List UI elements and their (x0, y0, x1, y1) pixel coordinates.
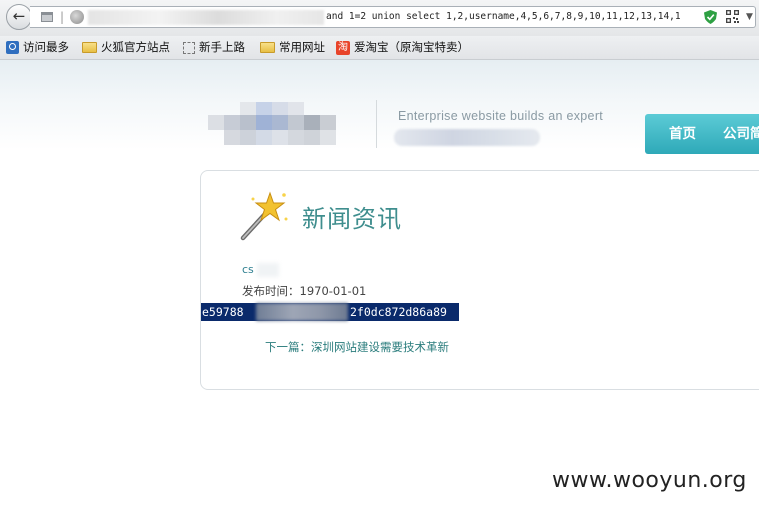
qr-code-icon[interactable] (726, 10, 739, 23)
bookmark-label: 访问最多 (23, 40, 69, 54)
news-article-panel: 新闻资讯 cs 发布时间：1970-01-01 e59788 2f0dc872d… (200, 170, 759, 390)
bookmark-ai-taobao[interactable]: 淘爱淘宝（原淘宝特卖） (336, 36, 469, 59)
folder-icon (82, 42, 97, 53)
selected-hash-text[interactable]: e59788 2f0dc872d86a89 (201, 303, 459, 321)
section-title: 新闻资讯 (302, 205, 402, 233)
back-button[interactable]: ← (6, 4, 32, 30)
main-nav: 首页 公司简介 (645, 114, 759, 154)
bookmark-label: 爱淘宝（原淘宝特卖） (354, 40, 469, 54)
site-slogan: Enterprise website builds an expert (398, 109, 604, 123)
next-article-link[interactable]: 下一篇：深圳网站建设需要技术革新 (265, 339, 449, 355)
url-separator: | (60, 10, 65, 24)
publish-info: 发布时间：1970-01-01 (242, 283, 366, 299)
url-bar[interactable]: | and 1=2 union select 1,2,username,4,5,… (30, 6, 756, 28)
slogan-subtitle-redacted (394, 129, 540, 146)
site-logo-redacted[interactable] (208, 102, 345, 146)
bookmark-label: 新手上路 (199, 40, 245, 54)
browser-navbar: ← | and 1=2 union select 1,2,username,4,… (0, 0, 759, 36)
header-divider (376, 100, 377, 148)
globe-icon (70, 10, 84, 24)
url-dropdown-icon[interactable]: ▼ (746, 9, 753, 25)
page-icon (41, 12, 53, 22)
article-title-redacted (257, 263, 279, 277)
page-content: Enterprise website builds an expert 首页 公… (0, 60, 759, 512)
bookmark-firefox-official[interactable]: 火狐官方站点 (82, 36, 170, 59)
article-title: cs (242, 263, 254, 276)
nav-about[interactable]: 公司简介 (723, 114, 759, 154)
bookmark-getting-started[interactable]: 新手上路 (183, 36, 245, 59)
publish-label: 发布时间： (242, 284, 300, 298)
folder-icon (260, 42, 275, 53)
publish-date: 1970-01-01 (299, 284, 367, 298)
url-redacted (88, 10, 324, 25)
bookmark-label: 火狐官方站点 (101, 40, 170, 54)
nav-home[interactable]: 首页 (669, 114, 696, 154)
hash-start: e59788 (202, 305, 244, 319)
back-arrow-icon: ← (12, 7, 26, 25)
bookmark-label: 常用网址 (279, 40, 325, 54)
hash-redacted (256, 303, 348, 321)
url-text[interactable]: and 1=2 union select 1,2,username,4,5,6,… (326, 7, 702, 27)
bookmarks-toolbar: 访问最多 火狐官方站点 新手上路 常用网址 淘爱淘宝（原淘宝特卖） (0, 36, 759, 60)
magic-wand-icon (240, 191, 288, 241)
bookmark-most-visited[interactable]: 访问最多 (6, 36, 69, 59)
tao-icon: 淘 (336, 40, 350, 55)
dashed-page-icon (183, 41, 195, 54)
watermark-text: www.wooyun.org (552, 468, 747, 493)
shield-icon[interactable] (704, 10, 717, 24)
search-icon (6, 41, 19, 54)
hash-end: 2f0dc872d86a89 (350, 305, 447, 319)
bookmark-common-sites[interactable]: 常用网址 (260, 36, 325, 59)
